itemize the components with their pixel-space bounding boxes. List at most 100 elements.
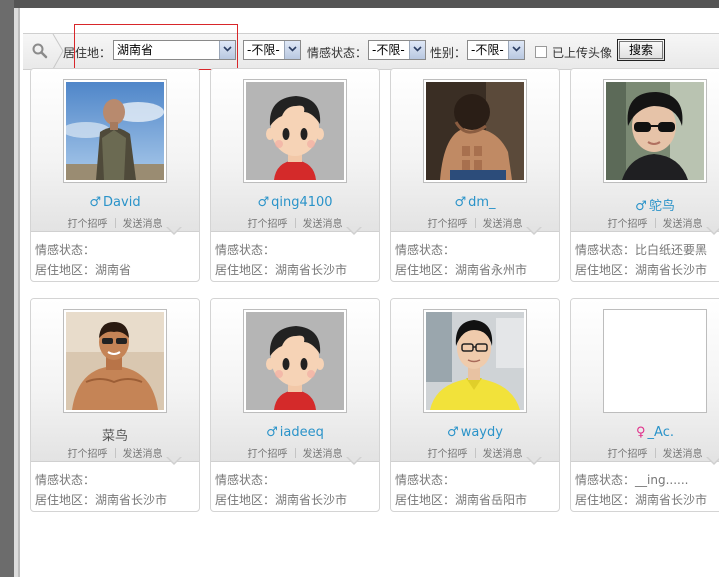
send-message-link[interactable]: 发送消息 — [303, 449, 343, 460]
search-button[interactable]: 搜索 — [617, 39, 665, 61]
residence-area-value: 湖南省长沙市 — [275, 263, 348, 277]
username-link[interactable]: ♀ _Ac. — [571, 425, 719, 440]
greet-link[interactable]: 打个招呼 — [608, 449, 648, 460]
relationship-status: 情感状态：比白纸还要黑 — [575, 241, 707, 258]
card-actions: 打个招呼 发送消息 — [571, 445, 719, 460]
username-text: 菜鸟 — [101, 429, 128, 444]
username-text: waydy — [460, 425, 503, 440]
residence-area: 居住地区：湖南省长沙市 — [215, 491, 347, 508]
relationship-status-label: 情感状态： — [35, 473, 96, 487]
username-link[interactable]: ♂ 鸵鸟 — [571, 195, 719, 214]
relationship-status-value: __ing...... — [635, 473, 689, 487]
username-link[interactable]: ♂ David — [31, 195, 199, 210]
username-text: iadeeq — [279, 425, 324, 440]
send-message-link[interactable]: 发送消息 — [123, 219, 163, 230]
card-actions: 打个招呼 发送消息 — [211, 445, 379, 460]
greet-link[interactable]: 打个招呼 — [68, 449, 108, 460]
avatar[interactable] — [63, 309, 167, 413]
residence-area-value: 湖南省长沙市 — [275, 493, 348, 507]
residence-area: 居住地区：湖南省长沙市 — [215, 261, 347, 278]
greet-link[interactable]: 打个招呼 — [428, 449, 468, 460]
greet-link[interactable]: 打个招呼 — [68, 219, 108, 230]
avatar[interactable] — [243, 79, 347, 183]
male-gender-icon: ♂ — [266, 425, 278, 440]
residence-area-label: 居住地区： — [575, 263, 636, 277]
action-divider — [294, 448, 296, 458]
relationship-select[interactable]: -不限- — [368, 40, 426, 60]
user-card-4: ♂ 鸵鸟 打个招呼 发送消息 情感状态：比白纸还要黑 居住地区：湖南省长沙市 — [570, 68, 719, 282]
relationship-status-label: 情感状态： — [575, 473, 636, 487]
gender-select-value: -不限- — [471, 43, 504, 57]
residence-area: 居住地区：湖南省 — [35, 261, 131, 278]
send-message-link[interactable]: 发送消息 — [123, 449, 163, 460]
residence-area-value: 湖南省永州市 — [455, 263, 528, 277]
avatar[interactable] — [423, 309, 527, 413]
city-select-value: -不限- — [247, 43, 280, 57]
greet-link[interactable]: 打个招呼 — [608, 219, 648, 230]
relationship-status-label: 情感状态： — [395, 473, 456, 487]
residence-area-value: 湖南省 — [95, 263, 132, 277]
avatar-only-checkbox[interactable] — [535, 46, 547, 58]
card-actions: 打个招呼 发送消息 — [211, 215, 379, 230]
residence-area-label: 居住地区： — [395, 263, 456, 277]
residence-area-value: 湖南省长沙市 — [95, 493, 168, 507]
relationship-status-label: 情感状态： — [215, 473, 276, 487]
avatar[interactable] — [423, 79, 527, 183]
male-gender-icon: ♂ — [635, 199, 647, 214]
send-message-link[interactable]: 发送消息 — [663, 219, 703, 230]
residence-area: 居住地区：湖南省岳阳市 — [395, 491, 527, 508]
avatar[interactable] — [243, 309, 347, 413]
residence-area-label: 居住地区： — [575, 493, 636, 507]
relationship-status: 情感状态： — [35, 241, 95, 258]
relationship-status-label: 情感状态： — [395, 243, 456, 257]
card-actions: 打个招呼 发送消息 — [391, 445, 559, 460]
relationship-status-label: 情感状态： — [215, 243, 276, 257]
send-message-link[interactable]: 发送消息 — [483, 219, 523, 230]
send-message-link[interactable]: 发送消息 — [303, 219, 343, 230]
member-search-page: 居住地： 湖南省 -不限- 情感状态： -不限- 性别： -不限- 已上传头像 … — [20, 8, 719, 577]
greet-link[interactable]: 打个招呼 — [428, 219, 468, 230]
city-select[interactable]: -不限- — [243, 40, 301, 60]
gender-select[interactable]: -不限- — [467, 40, 525, 60]
card-actions: 打个招呼 发送消息 — [31, 445, 199, 460]
send-message-link[interactable]: 发送消息 — [663, 449, 703, 460]
avatar[interactable] — [603, 79, 707, 183]
send-message-link[interactable]: 发送消息 — [483, 449, 523, 460]
card-actions: 打个招呼 发送消息 — [31, 215, 199, 230]
residence-area: 居住地区：湖南省长沙市 — [35, 491, 167, 508]
greet-link[interactable]: 打个招呼 — [248, 219, 288, 230]
relationship-status: 情感状态： — [215, 471, 275, 488]
username-link[interactable]: 菜鸟 — [31, 425, 199, 444]
username-link[interactable]: ♂ qing4100 — [211, 195, 379, 210]
user-card-3: ♂ dm_ 打个招呼 发送消息 情感状态： 居住地区：湖南省永州市 — [390, 68, 560, 282]
search-icon[interactable] — [31, 42, 49, 60]
action-divider — [654, 448, 656, 458]
action-divider — [474, 448, 476, 458]
username-text: dm_ — [468, 195, 496, 210]
relationship-status-label: 情感状态： — [575, 243, 636, 257]
chevron-down-icon[interactable] — [284, 41, 300, 59]
residence-area-value: 湖南省长沙市 — [635, 263, 708, 277]
relationship-status: 情感状态：__ing...... — [575, 471, 688, 488]
relationship-status: 情感状态： — [35, 471, 95, 488]
gender-label: 性别： — [430, 46, 467, 60]
username-link[interactable]: ♂ iadeeq — [211, 425, 379, 440]
action-divider — [114, 218, 116, 228]
relationship-status: 情感状态： — [395, 471, 455, 488]
chevron-down-icon[interactable] — [409, 41, 425, 59]
username-link[interactable]: ♂ dm_ — [391, 195, 559, 210]
avatar[interactable] — [63, 79, 167, 183]
action-divider — [294, 218, 296, 228]
male-gender-icon: ♂ — [454, 195, 467, 210]
action-divider — [474, 218, 476, 228]
residence-area-label: 居住地区： — [215, 493, 276, 507]
residence-area-value: 湖南省长沙市 — [635, 493, 708, 507]
action-divider — [114, 448, 116, 458]
avatar[interactable] — [603, 309, 707, 413]
username-text: 鸵鸟 — [648, 199, 675, 214]
username-link[interactable]: ♂ waydy — [391, 425, 559, 440]
username-text: _Ac. — [647, 425, 674, 440]
left-panel-edge — [0, 0, 14, 577]
greet-link[interactable]: 打个招呼 — [248, 449, 288, 460]
chevron-down-icon[interactable] — [508, 41, 524, 59]
